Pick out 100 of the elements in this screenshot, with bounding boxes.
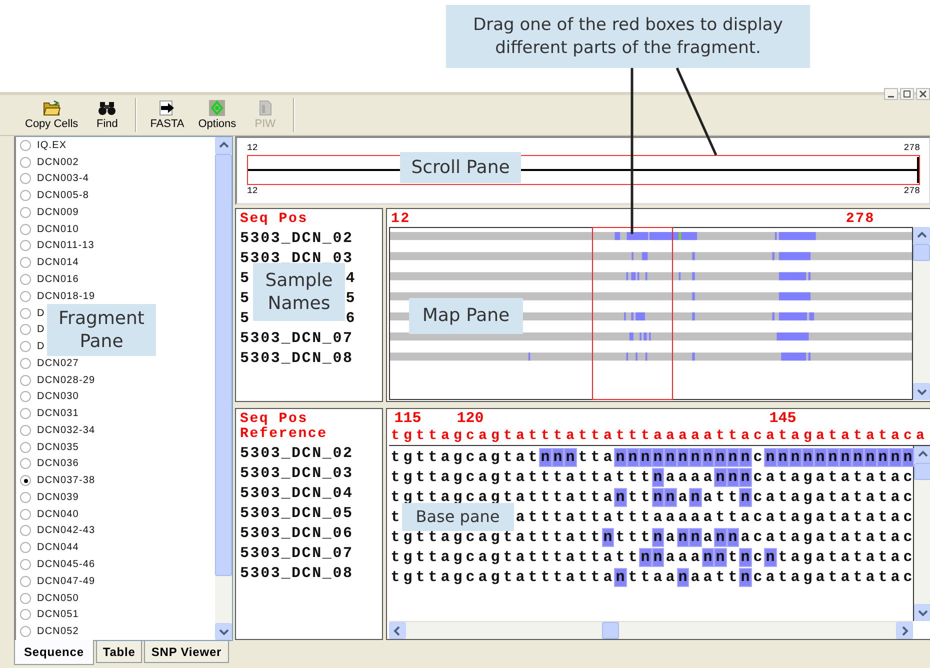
tab[interactable]: SNP Viewer (144, 641, 229, 663)
scrollbar[interactable] (913, 227, 930, 400)
callout-label: Sample Names (253, 263, 345, 321)
arrow-right-icon (158, 100, 176, 116)
fragment-item[interactable]: DCN032-34 (16, 422, 98, 439)
radio-button[interactable] (20, 559, 31, 570)
fragment-item[interactable]: D (16, 321, 47, 338)
radio-button[interactable] (20, 525, 31, 536)
folder-icon (42, 100, 61, 116)
fragment-item[interactable]: DCN003-4 (16, 170, 92, 188)
position-label: 115 (393, 411, 422, 428)
fragment-label: DCN040 (37, 508, 79, 520)
radio-button[interactable] (20, 324, 31, 336)
fragment-item[interactable]: DCN010 (16, 220, 81, 238)
radio-button[interactable] (20, 341, 31, 352)
fragment-item[interactable]: DCN035 (16, 438, 81, 456)
toolbar-button[interactable]: FASTA (143, 95, 192, 135)
tab[interactable]: Table (96, 641, 142, 663)
tab[interactable]: Sequence (14, 640, 94, 665)
fragment-item[interactable]: DCN002 (16, 154, 81, 171)
fragment-item[interactable]: DCN040 (16, 506, 81, 523)
scrollbar[interactable] (215, 137, 232, 640)
sample-name: 5303_DCN_04 (240, 484, 354, 504)
scroll-down-button[interactable] (215, 623, 232, 640)
radio-button[interactable] (20, 408, 31, 420)
scrollbar-thumb[interactable] (914, 463, 930, 480)
column-header: Seq Pos (240, 212, 309, 227)
toolbar-button[interactable]: Options (191, 95, 244, 135)
radio-button[interactable] (20, 626, 31, 638)
close-button[interactable] (916, 88, 930, 100)
fragment-item[interactable]: DCN027 (16, 354, 81, 372)
minimize-button[interactable] (884, 88, 898, 100)
fragment-item[interactable]: DCN030 (16, 388, 81, 406)
fragment-item[interactable]: D (16, 338, 47, 355)
fragment-item[interactable]: DCN018-19 (16, 288, 98, 305)
radio-button[interactable] (20, 492, 31, 503)
scrollbar-thumb[interactable] (913, 244, 930, 261)
fragment-item[interactable]: D (16, 304, 47, 322)
scrollbar-thumb[interactable] (602, 622, 620, 639)
fragment-item[interactable]: DCN050 (16, 590, 81, 606)
fragment-item[interactable]: DCN045-46 (16, 556, 98, 573)
fragment-label: D (37, 341, 45, 352)
fragment-item[interactable]: DCN036 (16, 456, 81, 472)
radio-button[interactable] (20, 609, 31, 620)
scroll-up-button[interactable] (914, 446, 930, 463)
toolbar-button[interactable]: Find (85, 95, 130, 135)
fragment-item[interactable]: DCN052 (16, 623, 81, 640)
fragment-item[interactable]: DCN037-38 (16, 472, 98, 490)
radio-button[interactable] (20, 358, 31, 369)
fragment-item[interactable]: DCN047-49 (16, 572, 98, 590)
radio-button[interactable] (20, 592, 31, 604)
scroll-right-button[interactable] (896, 622, 913, 639)
radio-button[interactable] (20, 542, 31, 554)
fragment-item[interactable]: DCN014 (16, 254, 81, 272)
fragment-item[interactable]: DCN044 (16, 539, 81, 556)
radio-button[interactable] (20, 458, 31, 470)
radio-button[interactable] (20, 508, 31, 520)
radio-button[interactable] (20, 424, 31, 436)
radio-button[interactable] (20, 290, 31, 302)
fragment-item[interactable]: DCN031 (16, 405, 81, 422)
radio-button[interactable] (20, 475, 31, 486)
position-label: 12 (247, 143, 258, 153)
radio-button[interactable] (20, 206, 31, 218)
radio-button[interactable] (20, 391, 31, 402)
toolbar-button[interactable]: Copy Cells (18, 95, 86, 135)
scrollbar[interactable] (389, 621, 913, 639)
maximize-button[interactable] (900, 88, 914, 100)
fragment-item[interactable]: DCN028-29 (16, 372, 98, 388)
radio-button[interactable] (20, 140, 31, 151)
radio-button[interactable] (20, 240, 31, 252)
scrollbar[interactable] (914, 446, 930, 621)
radio-button[interactable] (20, 156, 31, 168)
scroll-up-button[interactable] (913, 227, 930, 244)
fragment-item[interactable]: DCN011-13 (16, 238, 96, 254)
radio-button[interactable] (20, 173, 31, 184)
radio-button[interactable] (20, 442, 31, 453)
scroll-down-button[interactable] (914, 604, 930, 621)
scrollbar-thumb[interactable] (215, 154, 232, 576)
scroll-up-button[interactable] (215, 137, 232, 154)
sample-name: 5303_DCN_08 (240, 564, 354, 584)
radio-button[interactable] (20, 190, 31, 202)
radio-button[interactable] (20, 224, 31, 235)
fragment-item[interactable]: DCN005-8 (16, 187, 92, 204)
radio-button[interactable] (20, 257, 31, 268)
radio-button[interactable] (20, 576, 31, 587)
fragment-item[interactable]: DCN042-43 (16, 522, 98, 540)
fragment-item[interactable]: DCN051 (16, 606, 81, 624)
fragment-item[interactable]: DCN009 (16, 204, 81, 221)
radio-button[interactable] (20, 374, 31, 386)
fragment-label: DCN039 (37, 492, 79, 503)
fragment-item[interactable]: IQ.EX (16, 137, 69, 154)
scroll-down-button[interactable] (913, 383, 930, 400)
radio-button[interactable] (20, 308, 31, 319)
sample-name: 5303_DCN_02 (240, 444, 354, 464)
scroll-left-button[interactable] (389, 622, 406, 639)
fragment-label: DCN002 (37, 156, 79, 168)
radio-button[interactable] (20, 274, 31, 285)
fragment-item[interactable]: DCN039 (16, 489, 81, 506)
fragment-item[interactable]: DCN016 (16, 271, 81, 288)
selection-box[interactable] (247, 155, 920, 185)
